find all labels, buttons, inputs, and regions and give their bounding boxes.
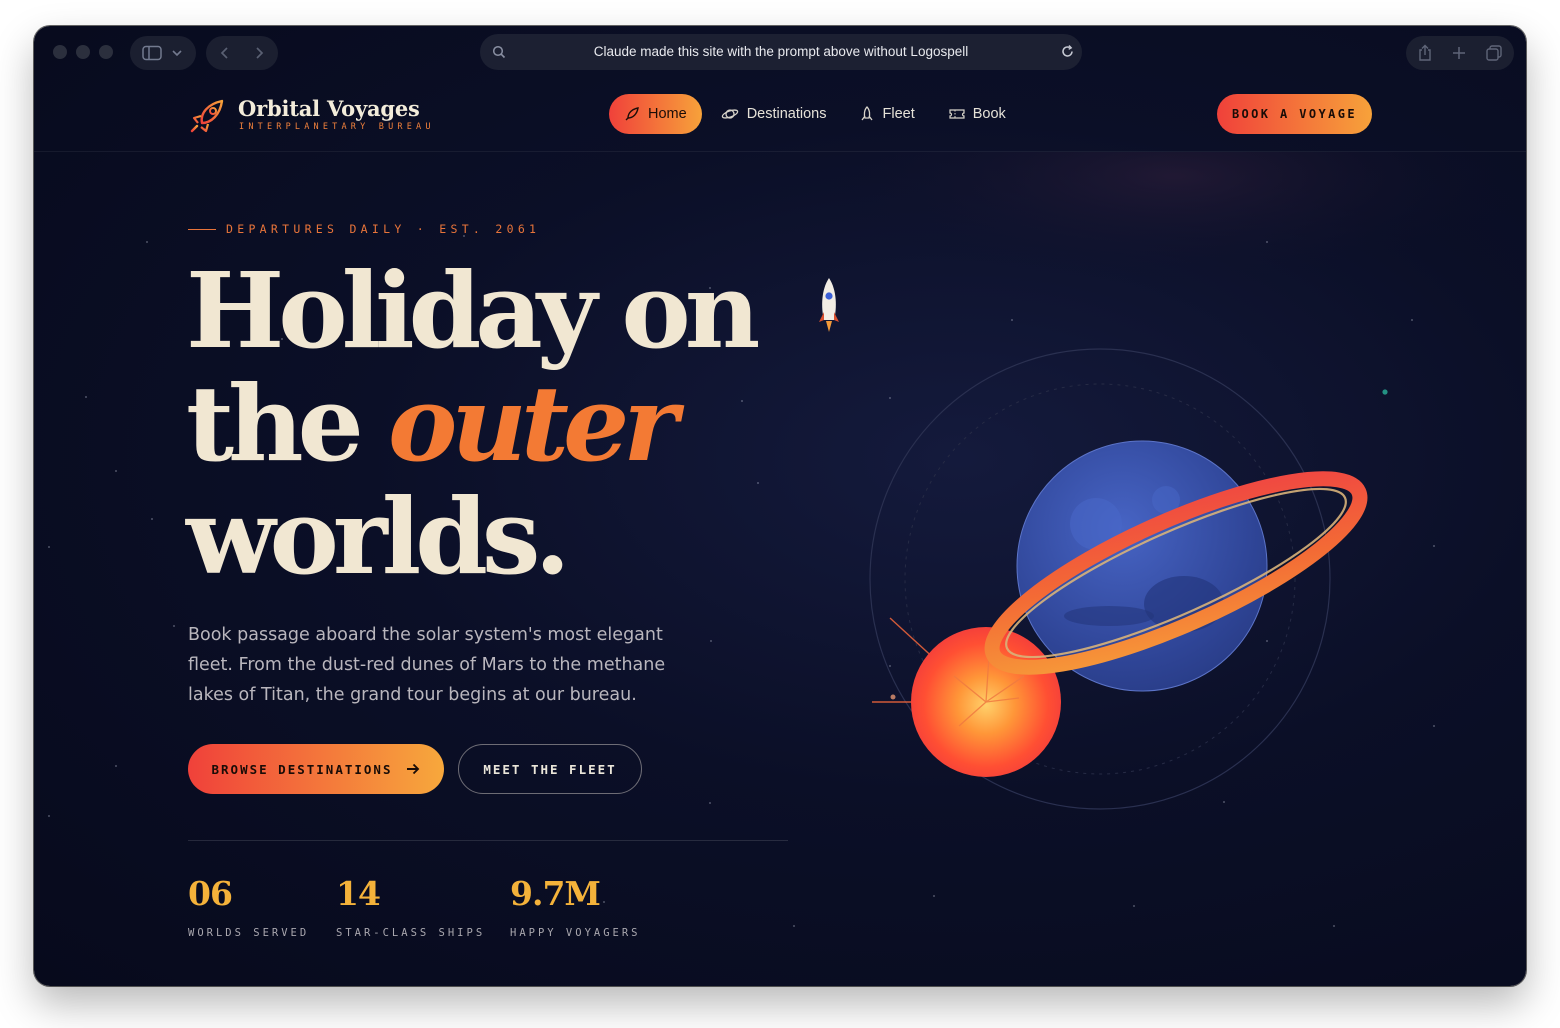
nav-item-label: Destinations <box>746 106 827 122</box>
brand-tagline: INTERPLANETARY BUREAU <box>239 122 435 132</box>
chevron-down-icon <box>172 50 182 57</box>
meet-the-fleet-button[interactable]: MEET THE FLEET <box>458 744 642 794</box>
url-text: Claude made this site with the prompt ab… <box>593 44 969 59</box>
inner-orbit <box>904 383 1296 775</box>
forward-icon[interactable] <box>252 45 266 61</box>
nav-item-destinations[interactable]: Destinations <box>706 94 842 134</box>
stats-divider <box>188 840 788 841</box>
headline-line-2: the <box>186 362 364 485</box>
stat-label: HAPPY VOYAGERS <box>510 927 641 939</box>
rocket-icon <box>625 107 639 121</box>
eyebrow-dash <box>188 228 216 230</box>
nav-item-book[interactable]: Book <box>934 94 1021 134</box>
planet-ring <box>984 471 1368 675</box>
history-nav <box>206 36 278 70</box>
nav-item-label: Fleet <box>882 106 915 122</box>
back-icon[interactable] <box>218 45 232 61</box>
outer-orbit <box>869 348 1331 810</box>
share-icon[interactable] <box>1417 44 1433 62</box>
sidebar-icon <box>142 45 162 61</box>
planet-icon <box>721 109 738 119</box>
stat-value: 14 <box>336 874 381 913</box>
stat-label: STAR-CLASS SHIPS <box>336 927 486 939</box>
headline-accent: outer <box>388 362 678 485</box>
window-actions <box>1406 36 1514 70</box>
stat-voyagers: 9.7M HAPPY VOYAGERS <box>510 874 641 939</box>
headline-line-1: Holiday on <box>186 249 760 372</box>
stat-value: 9.7M <box>510 874 601 913</box>
site-header: Orbital Voyages INTERPLANETARY BUREAU Ho… <box>34 80 1526 152</box>
browse-destinations-button[interactable]: BROWSE DESTINATIONS <box>188 744 444 794</box>
brand-name[interactable]: Orbital Voyages <box>238 96 420 121</box>
stat-ships: 14 STAR-CLASS SHIPS <box>336 874 485 939</box>
nav-item-label: Book <box>972 106 1006 122</box>
stat-worlds: 06 WORLDS SERVED <box>188 874 309 939</box>
nav-item-home[interactable]: Home <box>609 94 702 134</box>
book-voyage-button[interactable]: BOOK A VOYAGE <box>1217 94 1372 134</box>
tabs-icon[interactable] <box>1485 44 1503 62</box>
nav-item-fleet[interactable]: Fleet <box>845 94 929 134</box>
reload-icon[interactable] <box>1060 44 1075 59</box>
zoom-window-button[interactable] <box>99 45 113 59</box>
blue-planet <box>1016 440 1268 692</box>
arrow-right-icon <box>406 763 419 775</box>
hero-headline: Holiday on the outer worlds. <box>186 254 806 593</box>
eyebrow-text: DEPARTURES DAILY · EST. 2061 <box>226 222 541 236</box>
minimize-window-button[interactable] <box>76 45 90 59</box>
close-window-button[interactable] <box>53 45 67 59</box>
sun <box>872 617 1061 777</box>
browser-toolbar: Claude made this site with the prompt ab… <box>34 26 1526 80</box>
hero-description: Book passage aboard the solar system's m… <box>188 625 666 705</box>
hero-eyebrow: DEPARTURES DAILY · EST. 2061 <box>188 222 540 236</box>
teal-star <box>1382 389 1388 395</box>
new-tab-icon[interactable] <box>1451 45 1467 61</box>
headline-line-3: worlds. <box>186 475 571 598</box>
sidebar-toggle-button[interactable] <box>130 36 196 70</box>
main-nav: Home Destinations Fleet Book <box>609 94 1025 134</box>
browser-window: Claude made this site with the prompt ab… <box>34 26 1526 986</box>
button-label: BROWSE DESTINATIONS <box>211 761 393 777</box>
rocket-logo-icon[interactable] <box>188 96 228 136</box>
stat-label: WORLDS SERVED <box>188 927 310 939</box>
ticket-icon <box>949 109 965 119</box>
stat-value: 06 <box>188 874 233 913</box>
nav-item-label: Home <box>648 106 687 122</box>
address-bar[interactable]: Claude made this site with the prompt ab… <box>480 34 1082 70</box>
ship-icon <box>861 106 874 121</box>
nebula-glow <box>814 152 1526 286</box>
rocket-sprite <box>819 278 839 332</box>
